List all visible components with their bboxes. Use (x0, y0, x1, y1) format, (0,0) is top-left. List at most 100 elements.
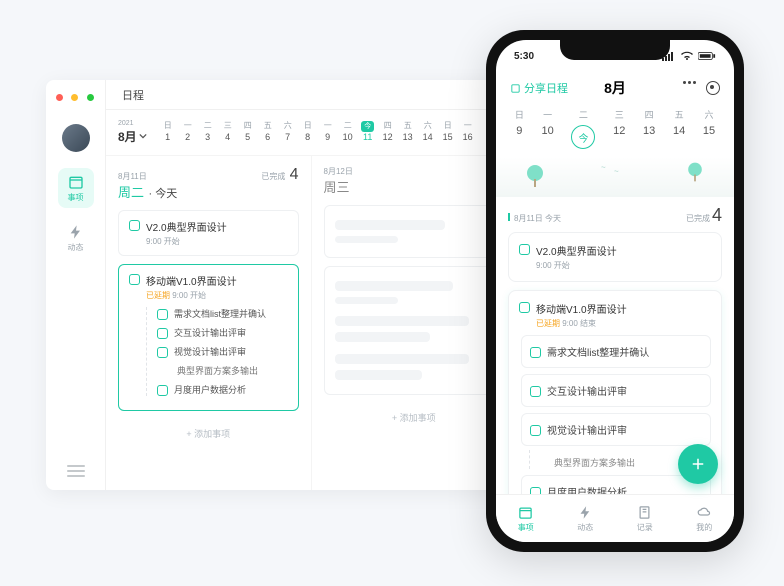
timeline-day[interactable]: 六7 (281, 121, 295, 144)
col-date: 8月11日 (118, 171, 177, 182)
tree-icon (526, 165, 544, 187)
illustration: ~ ~ (496, 157, 734, 197)
subtask-item[interactable]: 需求文档list整理并确认 (157, 307, 288, 320)
timeline-days[interactable]: 日1 一2 二3 三4 四5 五6 六7 日8 一9 二10 今11 四12 五13 六14 日15 一16 (161, 121, 504, 144)
task-subtitle: 9:00 开始 (146, 236, 288, 247)
plus-icon (689, 455, 707, 473)
tab-bar: 事项 动态 记录 我的 (496, 494, 734, 542)
timeline-day[interactable]: 今11 (361, 121, 375, 144)
more-icon[interactable] (683, 81, 696, 95)
phone-day[interactable]: 二今 (571, 108, 595, 149)
task-card-expanded[interactable]: 移动端V1.0界面设计 已延期 9:00 开始 需求文档list整理并确认 交互… (118, 264, 299, 411)
share-schedule-button[interactable]: 分享日程 (510, 80, 568, 96)
timeline-day[interactable]: 二10 (341, 121, 355, 144)
close-dot[interactable] (56, 94, 63, 101)
timeline-day[interactable]: 五6 (261, 121, 275, 144)
timeline-day[interactable]: 五13 (401, 121, 415, 144)
header-title: 日程 (122, 87, 144, 103)
timeline-day[interactable]: 一9 (321, 121, 335, 144)
timeline-day[interactable]: 日8 (301, 121, 315, 144)
task-subtitle: 已延期 9:00 结束 (536, 318, 711, 329)
wifi-icon (680, 51, 694, 61)
phone-task-card[interactable]: V2.0典型界面设计 9:00 开始 (508, 232, 722, 282)
phone-screen: 5:30 分享日程 8月 日9一10二今三12四13五14六15 ~ ~ (496, 40, 734, 542)
sidebar: 事项 动态 (46, 80, 106, 490)
timeline-day[interactable]: 三4 (221, 121, 235, 144)
checkbox[interactable] (530, 487, 541, 495)
phone-day[interactable]: 六15 (703, 108, 715, 149)
notch (560, 40, 670, 60)
timeline-day[interactable]: 二3 (201, 121, 215, 144)
timeline: 2021 8月 日1 一2 二3 三4 四5 五6 六7 日8 一9 二10 今11 四12 五13 六1… (106, 110, 516, 156)
hamburger-icon[interactable] (67, 462, 85, 480)
desktop-window: 事项 动态 日程 2021 8月 日1 一2 二3 三4 四5 五6 六7 日8 一9 二10 今1… (46, 80, 516, 490)
checkbox[interactable] (157, 385, 168, 396)
col-date: 8月12日 (324, 166, 353, 177)
checkbox[interactable] (157, 347, 168, 358)
add-task-button[interactable]: + 添加事项 (324, 403, 505, 432)
checkbox[interactable] (530, 425, 541, 436)
checkbox[interactable] (530, 386, 541, 397)
timeline-month[interactable]: 8月 (118, 128, 147, 145)
avatar[interactable] (62, 124, 90, 152)
maximize-dot[interactable] (87, 94, 94, 101)
subtask-item[interactable]: 需求文档list整理并确认 (521, 335, 711, 368)
subtask-item[interactable]: 交互设计输出评审 (157, 326, 288, 339)
tree-icon (687, 163, 702, 182)
task-title: 移动端V1.0界面设计 (536, 301, 627, 316)
columns: 8月11日 周二 · 今天 已完成 4 V2.0典型界面设计 (106, 156, 516, 490)
calendar-icon (518, 505, 533, 520)
task-card[interactable]: V2.0典型界面设计 9:00 开始 (118, 210, 299, 256)
subtask-item[interactable]: 视觉设计输出评审 (521, 413, 711, 446)
timeline-day[interactable]: 四5 (241, 121, 255, 144)
checkbox[interactable] (129, 274, 140, 285)
subtask-item[interactable]: 交互设计输出评审 (521, 374, 711, 407)
subtask-item[interactable]: 月度用户数据分析 (521, 475, 711, 494)
accent-bar (508, 213, 510, 221)
add-task-button[interactable]: + 添加事项 (118, 419, 299, 448)
tab-record[interactable]: 记录 (637, 505, 653, 533)
phone-days-row[interactable]: 日9 一10 二今 三12 四13 五14 六15 (496, 104, 734, 157)
share-icon (510, 83, 521, 94)
checkbox[interactable] (157, 309, 168, 320)
phone-day[interactable]: 五14 (673, 108, 685, 149)
timeline-day[interactable]: 日15 (441, 121, 455, 144)
task-title: V2.0典型界面设计 (536, 243, 617, 258)
checkbox[interactable] (519, 302, 530, 313)
subtask-item[interactable]: 月度用户数据分析 (157, 383, 288, 396)
checkbox[interactable] (530, 347, 541, 358)
checkbox[interactable] (519, 244, 530, 255)
checkbox[interactable] (157, 328, 168, 339)
phone-month[interactable]: 8月 (604, 78, 626, 98)
minimize-dot[interactable] (71, 94, 78, 101)
task-title: V2.0典型界面设计 (146, 219, 227, 234)
nav-items[interactable]: 事项 (58, 168, 94, 208)
phone-day[interactable]: 四13 (643, 108, 655, 149)
nav-items-label: 事项 (68, 192, 84, 203)
phone-day[interactable]: 日9 (515, 108, 524, 149)
tab-activity[interactable]: 动态 (577, 505, 593, 533)
task-subtitle: 9:00 开始 (536, 260, 711, 271)
notebook-icon (637, 505, 652, 520)
subtask-list: 需求文档list整理并确认 交互设计输出评审 视觉设计输出评审 典型界面方案多输… (146, 307, 288, 396)
col-day: 周二 (118, 185, 144, 200)
timeline-day[interactable]: 四12 (381, 121, 395, 144)
target-icon[interactable] (706, 81, 720, 95)
nav-activity[interactable]: 动态 (58, 218, 94, 258)
col-today-label: 今天 (155, 188, 177, 200)
tab-items[interactable]: 事项 (518, 505, 534, 533)
timeline-day[interactable]: 一16 (461, 121, 475, 144)
fab-add-button[interactable] (678, 444, 718, 484)
subtask-item[interactable]: 视觉设计输出评审 (157, 345, 288, 358)
timeline-day[interactable]: 六14 (421, 121, 435, 144)
phone-day[interactable]: 一10 (542, 108, 554, 149)
timeline-year: 2021 (118, 120, 147, 128)
phone-list-head: 8月11日 今天 已完成 4 (508, 205, 722, 226)
header: 日程 (106, 80, 516, 110)
phone-day[interactable]: 三12 (613, 108, 625, 149)
timeline-day[interactable]: 一2 (181, 121, 195, 144)
checkbox[interactable] (129, 220, 140, 231)
timeline-day[interactable]: 日1 (161, 121, 175, 144)
tab-mine[interactable]: 我的 (696, 505, 712, 533)
battery-icon (698, 51, 716, 61)
